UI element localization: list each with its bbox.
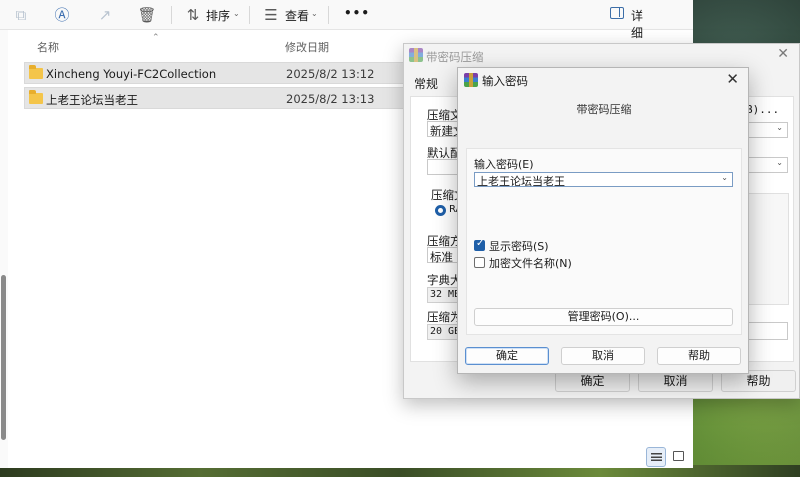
- folder-icon: [29, 65, 43, 79]
- manage-passwords-button[interactable]: 管理密码(O)...: [474, 308, 733, 326]
- help-button[interactable]: 帮助: [657, 347, 741, 365]
- navigation-scrollbar[interactable]: [0, 30, 8, 468]
- show-password-checkbox[interactable]: [474, 238, 485, 251]
- password-button-bg[interactable]: [748, 322, 788, 340]
- update-mode-select[interactable]: ⌄: [748, 122, 788, 138]
- sort-icon: ⇅: [186, 6, 200, 24]
- toolbar-divider: [328, 6, 329, 24]
- encrypt-names-checkbox[interactable]: [474, 257, 485, 268]
- tab-general[interactable]: 常规: [414, 75, 438, 92]
- list-icon: [651, 453, 662, 462]
- file-row[interactable]: 上老王论坛当老王 2025/8/2 13:13: [24, 87, 424, 109]
- close-icon[interactable]: ✕: [777, 46, 789, 62]
- dialog-subtitle: 带密码压缩: [576, 103, 632, 116]
- password-label: 输入密码(E): [474, 158, 534, 171]
- cancel-button[interactable]: 取消: [561, 347, 645, 365]
- password-dialog: 输入密码 ✕ 带密码压缩 输入密码(E) 上老王论坛当老王 ⌄ 显示密码(S) …: [457, 67, 749, 374]
- view-icon: ☰: [264, 6, 278, 24]
- file-row[interactable]: Xincheng Youyi-FC2Collection 2025/8/2 13…: [24, 62, 424, 84]
- close-icon[interactable]: ✕: [726, 70, 739, 88]
- sort-up-icon: ⌃: [152, 33, 160, 43]
- column-name-header[interactable]: 名称: [37, 39, 59, 55]
- share-icon[interactable]: ↗: [94, 5, 116, 25]
- file-date: 2025/8/2 13:13: [286, 92, 375, 106]
- folder-icon: [29, 90, 43, 104]
- tiles-icon: [673, 451, 684, 461]
- copy-icon[interactable]: ⧉: [10, 5, 32, 25]
- sort-button[interactable]: 排序: [206, 7, 230, 24]
- tiles-view-button[interactable]: [669, 447, 689, 467]
- password-value: 上老王论坛当老王: [477, 175, 565, 188]
- file-name: Xincheng Youyi-FC2Collection: [46, 67, 217, 81]
- toolbar-divider: [249, 6, 250, 24]
- dialog-title: 输入密码: [482, 74, 528, 88]
- command-bar: ⧉ Ⓐ ↗ 🗑 ⇅ 排序 ⌄ ☰ 查看 ⌄ ••• 详细信息: [0, 0, 693, 74]
- chevron-down-icon[interactable]: ⌄: [721, 173, 728, 182]
- dialog-title: 带密码压缩: [426, 50, 484, 64]
- view-button[interactable]: 查看: [285, 7, 309, 24]
- file-date: 2025/8/2 13:12: [286, 67, 375, 81]
- column-header: 名称 ⌃ 修改日期: [24, 33, 414, 57]
- chevron-down-icon: ⌄: [311, 9, 318, 18]
- file-name: 上老王论坛当老王: [46, 93, 138, 107]
- show-password-label[interactable]: 显示密码(S): [489, 238, 549, 254]
- encrypt-names-label[interactable]: 加密文件名称(N): [489, 255, 572, 271]
- password-input[interactable]: 上老王论坛当老王 ⌄: [474, 172, 733, 188]
- method-value: 标准: [430, 250, 453, 264]
- details-view-button[interactable]: [646, 447, 666, 467]
- browse-button[interactable]: B)...: [746, 103, 779, 116]
- details-pane-icon: [610, 7, 624, 19]
- ok-button[interactable]: 确定: [465, 347, 549, 365]
- more-options-button[interactable]: •••: [344, 6, 370, 20]
- scrollbar-thumb[interactable]: [1, 275, 6, 440]
- delete-icon[interactable]: 🗑: [136, 5, 158, 25]
- profile-select[interactable]: ⌄: [748, 157, 788, 173]
- view-toggle: [646, 447, 691, 467]
- toolbar-divider: [171, 6, 172, 24]
- rename-icon[interactable]: Ⓐ: [51, 5, 73, 25]
- winrar-icon: [409, 48, 423, 62]
- winrar-icon: [464, 73, 478, 87]
- column-date-header[interactable]: 修改日期: [285, 39, 329, 55]
- chevron-down-icon: ⌄: [233, 9, 240, 18]
- rar-radio[interactable]: [435, 205, 446, 216]
